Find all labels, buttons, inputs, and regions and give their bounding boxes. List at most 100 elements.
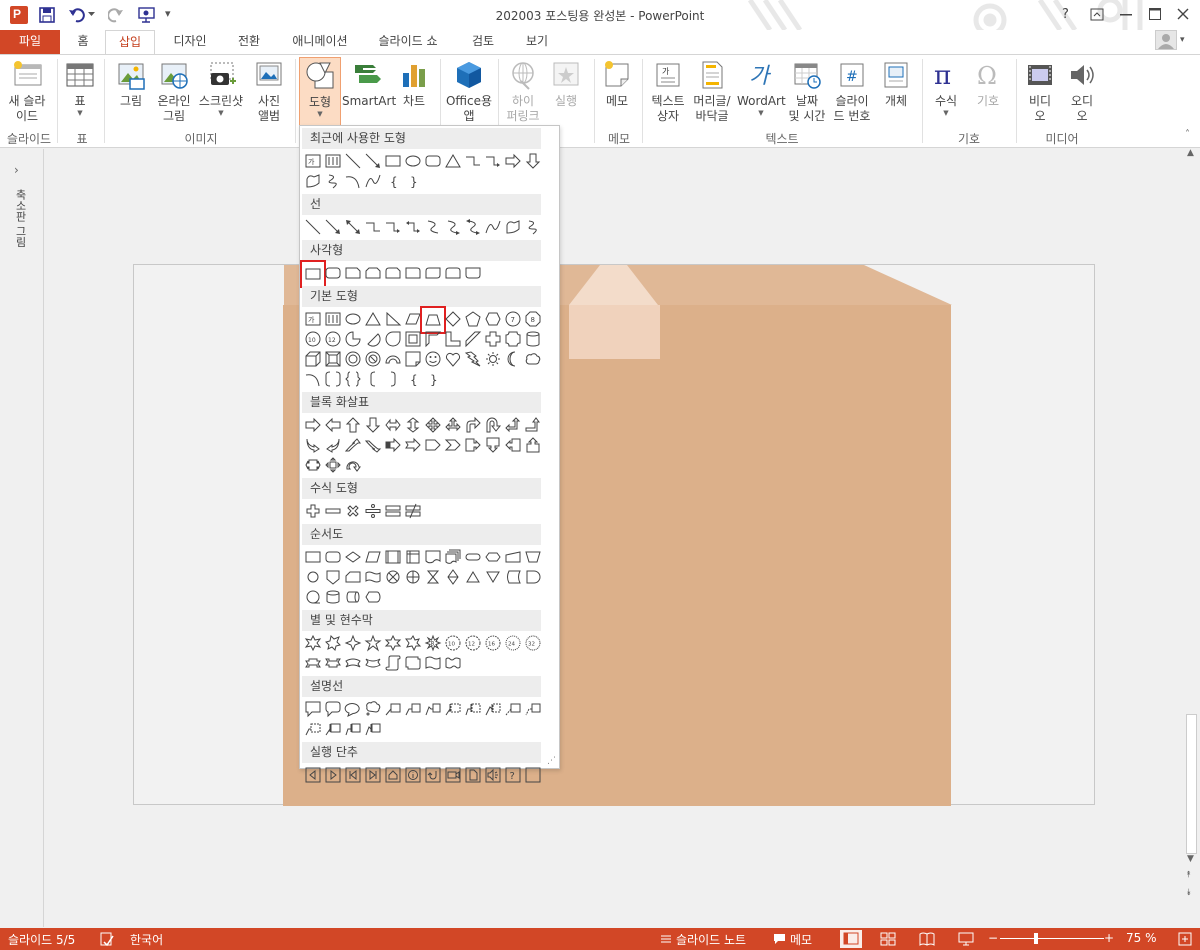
shape-internal-icon[interactable] (403, 547, 423, 567)
shape-mathequal-icon[interactable] (383, 501, 403, 521)
tab-animations[interactable]: 애니메이션 (282, 30, 358, 54)
shape-accentborder2-icon[interactable] (343, 719, 363, 739)
shape-bevel-icon[interactable] (323, 349, 343, 369)
shape-pie-icon[interactable] (343, 329, 363, 349)
action-button[interactable]: 실행 (546, 59, 586, 109)
shape-display-icon[interactable] (363, 587, 383, 607)
shape-freeform-icon[interactable] (503, 217, 523, 237)
shape-help-icon[interactable]: ? (503, 765, 523, 785)
shape-downarrow-icon[interactable] (523, 151, 543, 171)
shape-rbrace-icon[interactable]: } (423, 369, 443, 389)
shape-rtriangle-icon[interactable] (383, 309, 403, 329)
shape-star5-icon[interactable] (363, 633, 383, 653)
shape-collate-icon[interactable] (423, 567, 443, 587)
comments-button[interactable]: 메모 (790, 931, 812, 948)
shape-decagon-icon[interactable]: 10 (303, 329, 323, 349)
shape-snip2-icon[interactable] (363, 263, 383, 283)
shape-nosymbol-icon[interactable] (363, 349, 383, 369)
shape-rbracket-icon[interactable] (383, 369, 403, 389)
shape-scribble-icon[interactable] (523, 217, 543, 237)
tab-home[interactable]: 홈 (66, 30, 100, 54)
shape-summing-icon[interactable] (383, 567, 403, 587)
shape-rect-icon[interactable] (300, 260, 326, 288)
shape-star8-icon[interactable]: 8 (423, 633, 443, 653)
shape-process-icon[interactable] (303, 547, 323, 567)
shape-plus-icon[interactable] (483, 329, 503, 349)
shape-octagon-icon[interactable]: 8 (523, 309, 543, 329)
shape-docbtn-icon[interactable] (463, 765, 483, 785)
zoom-in-button[interactable]: + (1104, 931, 1114, 945)
shape-halfframe-icon[interactable] (423, 329, 443, 349)
shape-star6-icon[interactable] (383, 633, 403, 653)
shape-star4-icon[interactable] (343, 633, 363, 653)
shape-vtextbox-icon[interactable] (323, 309, 343, 329)
shape-wave-icon[interactable] (423, 653, 443, 673)
shape-elbow-icon[interactable] (363, 217, 383, 237)
shape-lshape-icon[interactable] (443, 329, 463, 349)
shape-ribbondown-icon[interactable] (323, 653, 343, 673)
shape-oval-icon[interactable] (403, 151, 423, 171)
shape-elbowarrow-icon[interactable] (383, 217, 403, 237)
shape-elbow-icon[interactable] (463, 151, 483, 171)
shape-heptagon-icon[interactable]: 7 (503, 309, 523, 329)
shape-bentuparrow-icon[interactable] (523, 415, 543, 435)
shape-arc-icon[interactable] (343, 171, 363, 191)
shape-roundcallout-icon[interactable] (323, 699, 343, 719)
shape-dblbrace-icon[interactable] (343, 369, 363, 389)
shape-lbrace-icon[interactable]: { (403, 369, 423, 389)
tab-design[interactable]: 디자인 (163, 30, 217, 54)
shape-border3-icon[interactable] (303, 719, 323, 739)
shape-leftcallout-icon[interactable] (503, 435, 523, 455)
shape-can-icon[interactable] (523, 329, 543, 349)
shape-return-icon[interactable] (423, 765, 443, 785)
shape-smiley-icon[interactable] (423, 349, 443, 369)
picture-button[interactable]: 그림 (112, 59, 150, 109)
tab-review[interactable]: 검토 (460, 30, 506, 54)
audio-button[interactable]: 오디 오 (1062, 59, 1102, 124)
shape-roundrect-icon[interactable] (423, 151, 443, 171)
shape-dblbracket-icon[interactable] (323, 369, 343, 389)
symbol-button[interactable]: Ω 기호 (968, 59, 1008, 109)
shape-sequential-icon[interactable] (303, 587, 323, 607)
vertical-scrollbar[interactable]: ▲ ▼ ⯭ ⯯ (1183, 148, 1200, 906)
shape-uturn-icon[interactable] (483, 415, 503, 435)
shape-extract-icon[interactable] (463, 567, 483, 587)
shape-curvedribbondown-icon[interactable] (363, 653, 383, 673)
shape-punchedtape-icon[interactable] (363, 567, 383, 587)
next-slide-icon[interactable]: ⯯ (1186, 888, 1191, 898)
office-apps-button[interactable]: Office용 앱 (443, 59, 495, 124)
shape-lrarrow-icon[interactable] (383, 415, 403, 435)
shape-frame-icon[interactable] (403, 329, 423, 349)
shape-border2-icon[interactable] (523, 699, 543, 719)
shape-foldedcorner-icon[interactable] (403, 349, 423, 369)
shape-chord-icon[interactable] (363, 329, 383, 349)
previous-slide-icon[interactable]: ⯭ (1186, 870, 1191, 880)
shape-accent1-icon[interactable] (443, 699, 463, 719)
shape-rect-icon[interactable] (383, 151, 403, 171)
shape-rightarrow-icon[interactable] (303, 415, 323, 435)
shape-data-icon[interactable] (363, 547, 383, 567)
shape-back-icon[interactable] (303, 765, 323, 785)
shape-preparation-icon[interactable] (483, 547, 503, 567)
textbox-button[interactable]: 가 텍스트 상자 (646, 59, 690, 124)
photo-album-button[interactable]: 사진 앨범 (248, 59, 290, 124)
shape-line-icon[interactable] (343, 151, 363, 171)
shape-accent2-icon[interactable] (463, 699, 483, 719)
shape-curvedribbonup-icon[interactable] (343, 653, 363, 673)
shape-star10-icon[interactable]: 10 (443, 633, 463, 653)
shape-end-icon[interactable] (363, 765, 383, 785)
slideshow-view-icon[interactable] (958, 932, 974, 946)
shape-rectcallout-icon[interactable] (303, 699, 323, 719)
user-avatar[interactable] (1155, 30, 1177, 50)
equation-button[interactable]: π 수식 ▼ (926, 59, 966, 117)
shape-bentarrow-icon[interactable] (463, 415, 483, 435)
shape-diamond-icon[interactable] (443, 309, 463, 329)
shape-lbracket-icon[interactable] (363, 369, 383, 389)
shape-star32-icon[interactable]: 32 (523, 633, 543, 653)
notes-button[interactable]: 슬라이드 노트 (676, 931, 746, 948)
shape-plaque-icon[interactable] (503, 329, 523, 349)
date-time-button[interactable]: 날짜 및 시간 (787, 59, 827, 124)
shape-round1-icon[interactable] (403, 263, 423, 283)
shape-dblwave-icon[interactable] (443, 653, 463, 673)
shape-home-icon[interactable] (383, 765, 403, 785)
